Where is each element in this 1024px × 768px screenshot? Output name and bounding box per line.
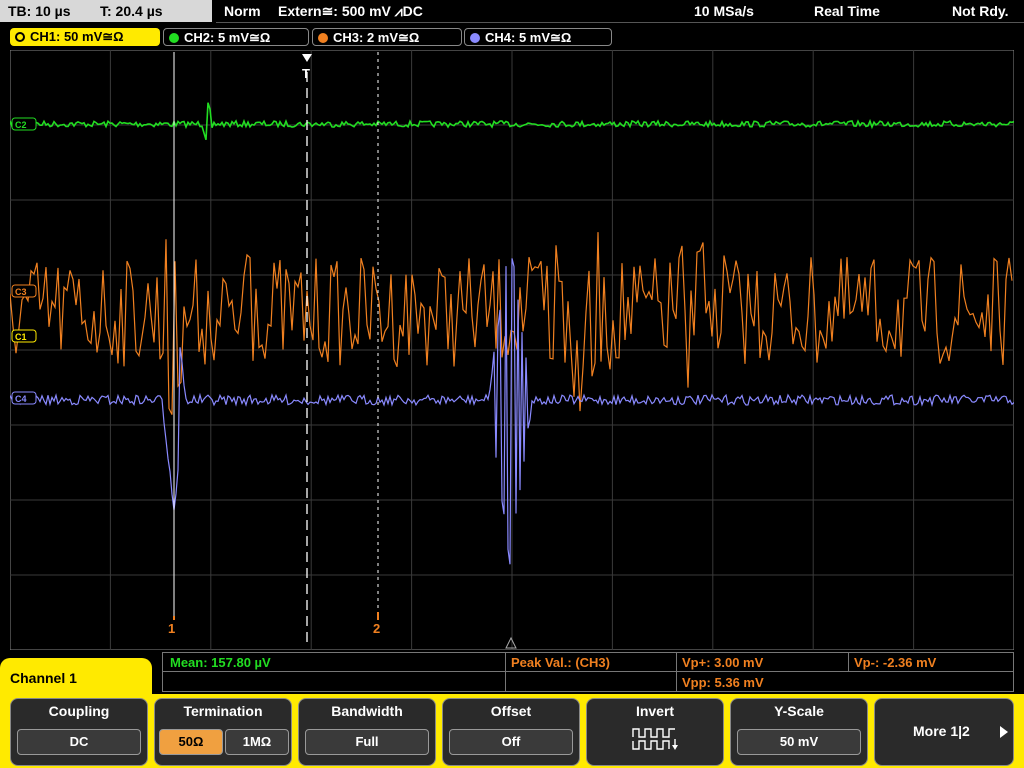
trigger-source[interactable]: Extern≅: 500 mV ⩘DC — [278, 0, 423, 22]
ch1-ground-marker[interactable]: C1 — [11, 329, 37, 343]
tab-ch3-label: CH3: 2 mV≅Ω — [333, 30, 420, 45]
more-label: More 1|2 — [913, 723, 970, 739]
ch2-dot-icon — [169, 33, 179, 43]
tab-ch3[interactable]: CH3: 2 mV≅Ω — [312, 28, 462, 46]
trigger-marker-label: T — [302, 66, 310, 81]
measurement-row-divider — [162, 671, 1014, 672]
ch3-dot-icon — [318, 33, 328, 43]
coupling-value: DC — [17, 729, 141, 755]
trigger-mode[interactable]: Norm — [224, 0, 261, 22]
ch4-dot-icon — [470, 33, 480, 43]
termination-50ohm-option[interactable]: 50Ω — [159, 729, 223, 755]
menu-title: Channel 1 — [0, 658, 152, 698]
offset-softkey[interactable]: Offset Off — [442, 698, 580, 766]
ch1-dot-icon — [15, 32, 25, 42]
acquisition-state: Not Rdy. — [952, 3, 1009, 19]
yscale-value: 50 mV — [737, 729, 861, 755]
coupling-softkey[interactable]: Coupling DC — [10, 698, 148, 766]
svg-text:C3: C3 — [15, 287, 27, 297]
svg-text:C2: C2 — [15, 120, 27, 130]
tab-ch2-label: CH2: 5 mV≅Ω — [184, 30, 271, 45]
ch4-ground-marker[interactable]: C4 — [11, 391, 37, 405]
status-bar: TB: 10 µs T: 20.4 µs Norm Extern≅: 500 m… — [0, 0, 1024, 24]
more-softkey[interactable]: More 1|2 — [874, 698, 1014, 766]
tab-ch1[interactable]: CH1: 50 mV≅Ω — [10, 28, 160, 46]
measurement-col-divider-2 — [676, 652, 677, 692]
tab-ch2[interactable]: CH2: 5 mV≅Ω — [163, 28, 309, 46]
cursor-2-label: 2 — [373, 621, 380, 636]
bandwidth-softkey[interactable]: Bandwidth Full — [298, 698, 436, 766]
vpp-measurement: Vpp: 5.36 mV — [682, 675, 764, 690]
termination-title: Termination — [183, 703, 263, 719]
yscale-title: Y-Scale — [774, 703, 824, 719]
bandwidth-value: Full — [305, 729, 429, 755]
yscale-softkey[interactable]: Y-Scale 50 mV — [730, 698, 868, 766]
waveform-display[interactable]: 1 2 T C2 C3 C1 C4 — [10, 50, 1014, 650]
invert-softkey[interactable]: Invert — [586, 698, 724, 766]
timebase-label: TB: 10 µs — [8, 3, 71, 19]
sample-rate: 10 MSa/s — [694, 3, 754, 19]
invert-waveform-icon — [632, 728, 678, 750]
mean-measurement: Mean: 157.80 µV — [170, 655, 271, 670]
offset-value: Off — [449, 729, 573, 755]
ch2-ground-marker[interactable]: C2 — [11, 117, 37, 131]
chevron-right-icon — [1000, 726, 1008, 738]
tab-ch1-label: CH1: 50 mV≅Ω — [30, 29, 124, 44]
peak-measurement-label: Peak Val.: (CH3) — [511, 655, 610, 670]
tab-ch4[interactable]: CH4: 5 mV≅Ω — [464, 28, 612, 46]
invert-title: Invert — [635, 703, 675, 719]
bandwidth-title: Bandwidth — [331, 703, 403, 719]
tab-ch4-label: CH4: 5 mV≅Ω — [485, 30, 572, 45]
measurement-col-divider-1 — [505, 652, 506, 692]
acquisition-mode: Real Time — [814, 3, 880, 19]
coupling-title: Coupling — [48, 703, 110, 719]
cursor-1-label: 1 — [168, 621, 175, 636]
termination-softkey[interactable]: Termination 50Ω 1MΩ — [154, 698, 292, 766]
measurement-col-divider-3 — [848, 652, 849, 672]
ch3-ground-marker[interactable]: C3 — [11, 284, 37, 298]
svg-text:C1: C1 — [15, 332, 27, 342]
vp-plus-measurement: Vp+: 3.00 mV — [682, 655, 764, 670]
top-divider — [216, 22, 1024, 23]
svg-text:C4: C4 — [15, 394, 27, 404]
offset-title: Offset — [490, 703, 532, 719]
timebase-box[interactable]: TB: 10 µs T: 20.4 µs — [0, 0, 212, 22]
vp-minus-measurement: Vp-: -2.36 mV — [854, 655, 937, 670]
termination-1mohm-option[interactable]: 1MΩ — [225, 729, 289, 755]
trigger-time-label: T: 20.4 µs — [100, 3, 163, 19]
